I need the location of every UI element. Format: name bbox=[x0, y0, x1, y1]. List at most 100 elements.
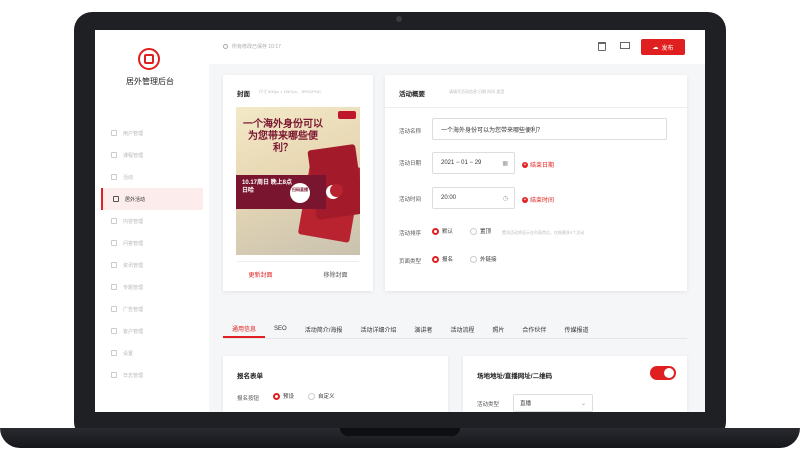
event-name-input[interactable]: 一个海外身份可以为您带来哪些便利？ bbox=[432, 118, 667, 140]
publish-button[interactable]: ☁ 发布 bbox=[641, 39, 685, 55]
radio-dot bbox=[470, 255, 477, 263]
signup-button-label: 报名按钮 bbox=[237, 396, 260, 402]
tab-partners[interactable]: 合作伙伴 bbox=[513, 320, 555, 338]
name-label: 活动名称 bbox=[399, 129, 422, 135]
preset-label: 预设 bbox=[283, 394, 295, 400]
order-top-label: 置顶 bbox=[480, 229, 492, 235]
sidebar-item-courses[interactable]: 课程管理 bbox=[101, 144, 203, 166]
trash-icon[interactable] bbox=[598, 42, 606, 51]
remove-cover-link[interactable]: 移除封面 bbox=[323, 270, 347, 279]
laptop-notch bbox=[340, 428, 460, 436]
sidebar-item-content[interactable]: 内容管理 bbox=[101, 210, 203, 232]
event-type-value: 直播 bbox=[520, 401, 532, 407]
person-icon bbox=[111, 328, 117, 334]
sidebar-item-ads[interactable]: 广告管理 bbox=[101, 298, 203, 320]
sidebar-item-events[interactable]: 活动 bbox=[101, 166, 203, 188]
sidebar-item-settings[interactable]: 设置 bbox=[101, 342, 203, 364]
tab-speakers[interactable]: 演讲者 bbox=[405, 320, 441, 338]
tabs-divider bbox=[223, 338, 687, 339]
brand-logo-icon bbox=[138, 48, 160, 70]
registration-title: 报名表单 bbox=[237, 373, 263, 380]
cover-card: 封面 尺寸 800px × 1067px，JPEG/PNG 一个海外身份可以为您… bbox=[223, 75, 373, 291]
overview-card: 活动概要 请填写活动信息 日期 时间 类型 活动名称 一个海外身份可以为您带来哪… bbox=[385, 75, 687, 291]
sidebar-item-label: 日志管理 bbox=[123, 372, 144, 379]
signup-preset-radio[interactable]: 预设 bbox=[273, 392, 294, 400]
news-icon bbox=[111, 262, 117, 268]
add-end-date-link[interactable]: + 结束日期 bbox=[522, 160, 554, 169]
poster-headline: 一个海外身份可以为您带来哪些便利？ bbox=[243, 119, 323, 154]
tab-agenda[interactable]: 活动流程 bbox=[441, 320, 483, 338]
poster-logo bbox=[338, 111, 356, 119]
save-status: 所有修改已保存 10:17 bbox=[223, 43, 281, 50]
order-default-radio[interactable]: 默认 bbox=[432, 227, 453, 235]
sidebar-item-news[interactable]: 资讯管理 bbox=[101, 254, 203, 276]
event-type-select[interactable]: 直播 ⌄ bbox=[513, 394, 593, 412]
date-label: 活动日期 bbox=[399, 161, 422, 167]
sync-icon bbox=[223, 44, 228, 50]
order-label: 活动排序 bbox=[399, 231, 422, 237]
app-title: 居外管理后台 bbox=[126, 77, 174, 86]
time-value: 20:00 bbox=[441, 195, 457, 201]
overview-hint: 请填写活动信息 日期 时间 类型 bbox=[449, 89, 505, 94]
tab-seo[interactable]: SEO bbox=[265, 320, 296, 338]
sidebar-item-label: 用户管理 bbox=[123, 130, 144, 137]
cover-actions: 更新封面 移除封面 bbox=[223, 270, 373, 279]
radio-dot bbox=[470, 227, 477, 235]
app-screen: 居外管理后台 用户管理 课程管理 活动 居外活动 内容管理 问答管理 资讯管理 … bbox=[95, 30, 705, 412]
sidebar-item-label: 广告管理 bbox=[123, 306, 144, 313]
sidebar-item-customers[interactable]: 客户管理 bbox=[101, 320, 203, 342]
page-type-label: 页面类型 bbox=[399, 259, 422, 265]
cover-image[interactable]: 一个海外身份可以为您带来哪些便利？ 10.17周日 晚上8点 日哈 扫码直播 bbox=[236, 107, 360, 255]
sidebar-item-topics[interactable]: 专题管理 bbox=[101, 276, 203, 298]
sidebar-item-label: 课程管理 bbox=[123, 152, 144, 159]
preview-monitor-icon[interactable] bbox=[620, 42, 630, 49]
event-type-label: 活动类型 bbox=[477, 402, 500, 408]
order-top-radio[interactable]: 置顶 bbox=[470, 227, 491, 235]
tab-photos[interactable]: 照片 bbox=[483, 320, 513, 338]
save-status-text: 所有修改已保存 10:17 bbox=[232, 44, 281, 50]
event-time-input[interactable]: 20:00 ◷ bbox=[432, 187, 515, 209]
cover-title: 封面 bbox=[237, 91, 250, 98]
publish-label: 发布 bbox=[661, 45, 674, 52]
radio-dot bbox=[273, 392, 280, 400]
end-time-label: 结束时间 bbox=[530, 198, 555, 204]
registration-card: 报名表单 报名按钮 预设 自定义 bbox=[223, 356, 448, 412]
toggle-knob bbox=[664, 368, 674, 378]
clock-icon: ◷ bbox=[502, 195, 508, 202]
sidebar-item-users[interactable]: 用户管理 bbox=[101, 122, 203, 144]
sidebar-item-label: 资讯管理 bbox=[123, 262, 144, 269]
users-icon bbox=[111, 130, 117, 136]
radio-dot bbox=[432, 227, 439, 235]
sidebar-item-label: 设置 bbox=[123, 350, 134, 357]
topbar: 所有修改已保存 10:17 ☁ 发布 bbox=[209, 30, 705, 64]
sidebar-item-juwai-events[interactable]: 居外活动 bbox=[101, 188, 203, 210]
end-date-label: 结束日期 bbox=[530, 163, 555, 169]
tab-general[interactable]: 通用信息 bbox=[223, 320, 266, 338]
sidebar-item-label: 问答管理 bbox=[123, 240, 144, 247]
calendar-icon bbox=[113, 196, 119, 202]
signup-custom-radio[interactable]: 自定义 bbox=[308, 392, 335, 400]
change-cover-link[interactable]: 更新封面 bbox=[248, 270, 272, 279]
sidebar-item-label: 专题管理 bbox=[123, 284, 144, 291]
calendar-icon: ▦ bbox=[502, 160, 508, 167]
question-icon bbox=[111, 240, 117, 246]
sidebar-item-logs[interactable]: 日志管理 bbox=[101, 364, 203, 386]
crescent-mask bbox=[330, 184, 343, 197]
overview-title: 活动概要 bbox=[399, 91, 425, 98]
tab-details[interactable]: 活动详细介绍 bbox=[351, 320, 405, 338]
add-end-time-link[interactable]: + 结束时间 bbox=[522, 195, 554, 204]
radio-dot bbox=[308, 392, 315, 400]
location-toggle[interactable] bbox=[650, 366, 676, 380]
location-title: 场地地址/直播网址/二维码 bbox=[477, 373, 553, 380]
sidebar-item-label: 居外活动 bbox=[125, 196, 146, 203]
page-type-external-radio[interactable]: 外链接 bbox=[470, 255, 497, 263]
tab-media[interactable]: 传媒报道 bbox=[555, 320, 597, 338]
page-type-signup-radio[interactable]: 报名 bbox=[432, 255, 453, 263]
poster-badge: 扫码直播 bbox=[290, 183, 310, 203]
plus-icon: + bbox=[522, 196, 528, 203]
tab-intro-poster[interactable]: 活动简介/海报 bbox=[296, 320, 352, 338]
divider bbox=[385, 107, 687, 108]
sidebar-item-qa[interactable]: 问答管理 bbox=[101, 232, 203, 254]
page-type-signup-label: 报名 bbox=[442, 257, 454, 263]
event-date-input[interactable]: 2021 − 01 − 29 ▦ bbox=[432, 152, 515, 174]
